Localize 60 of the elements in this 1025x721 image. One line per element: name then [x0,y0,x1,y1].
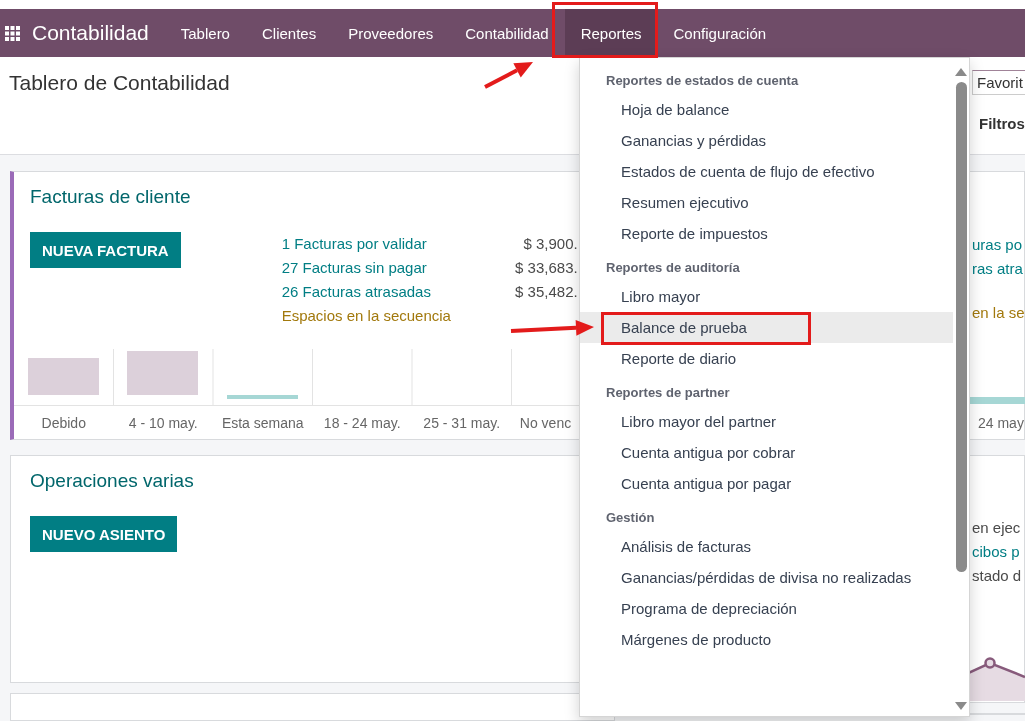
axis-label: 25 - 31 may. [423,415,501,431]
page-title: Tablero de Contabilidad [8,70,230,96]
axis-label: 4 - 10 may. [128,415,198,431]
menu-section-heading: Reportes de partner [605,384,731,402]
filters-toggle[interactable]: Filtros [972,115,1025,132]
nav-menu-item[interactable]: Contabilidad [449,9,565,57]
menu-item[interactable]: Ganancias y pérdidas [580,125,953,156]
stat-link[interactable]: 26 Facturas atrasadas [281,280,482,304]
app-title[interactable]: Contabilidad [32,21,149,45]
menu-item[interactable]: Cuenta antigua por cobrar [580,437,953,468]
axis-label: No venc [519,415,572,431]
menu-section-heading: Reportes de auditoría [605,259,741,277]
chart-bar [970,397,1025,404]
summary-text: stado d [972,566,1022,586]
menu-item[interactable]: Hoja de balance [580,94,953,125]
menu-item[interactable]: Estados de cuenta de flujo de efectivo [580,156,953,187]
card-title[interactable]: Operaciones varias [30,469,194,493]
nav-menu-item[interactable]: Proveedores [332,9,450,57]
new-button[interactable]: NUEVA FACTURA [30,232,181,268]
amount-text: $ 3,900. [522,234,578,254]
card-title[interactable]: Facturas de cliente [30,185,191,209]
scroll-down-icon[interactable] [955,702,967,710]
stat-link[interactable]: en la se [972,301,1025,325]
favorites-toggle[interactable]: Favorit [972,70,1025,95]
stat-link[interactable]: Espacios en la secuencia [281,304,482,328]
chart-bar [127,351,198,395]
stat-link[interactable]: cibos p [972,540,1020,564]
axis-label: 24 may [978,415,1024,431]
chart-bar [227,395,298,399]
nav-menu-item[interactable]: Reportes [564,9,658,57]
amount-text: $ 33,683. [514,258,578,278]
menu-item[interactable]: Análisis de facturas [580,531,953,562]
nav-menu-item[interactable]: Configuración [657,9,783,57]
apps-menu-icon[interactable] [5,25,20,41]
axis-label: Debido [41,415,86,431]
scrollbar[interactable] [955,68,967,710]
stat-link[interactable]: 1 Facturas por validar [281,232,482,256]
nav-menu-item[interactable]: Tablero [164,9,246,57]
menu-item[interactable]: Resumen ejecutivo [580,187,953,218]
menu-item[interactable]: Ganancias/pérdidas de divisa no realizadas [580,562,953,593]
menu-section-heading: Reportes de estados de cuenta [605,72,800,90]
summary-text: en ejec [972,518,1021,538]
stat-link[interactable]: uras po [972,233,1023,257]
scrollbar-thumb[interactable] [955,82,967,572]
menu-item[interactable]: Reporte de diario [580,343,953,374]
stat-link[interactable]: 27 Facturas sin pagar [281,256,482,280]
axis-label: Esta semana [221,415,304,431]
menu-item[interactable]: Márgenes de producto [580,624,953,655]
menu-item[interactable]: Reporte de impuestos [580,218,953,249]
menu-item[interactable]: Programa de depreciación [580,593,953,624]
new-button[interactable]: NUEVO ASIENTO [30,516,178,552]
menu-item[interactable]: Libro mayor del partner [580,406,953,437]
amount-text: $ 35,482. [514,282,578,302]
menu-item[interactable]: Cuenta antigua por pagar [580,468,953,499]
nav-menu-item[interactable]: Clientes [245,9,333,57]
chart-bar [28,358,99,395]
menu-item[interactable]: Libro mayor [580,281,953,312]
stat-link[interactable]: ras atra [972,257,1023,281]
axis-label: 18 - 24 may. [323,415,401,431]
menu-section-heading: Gestión [605,509,656,527]
